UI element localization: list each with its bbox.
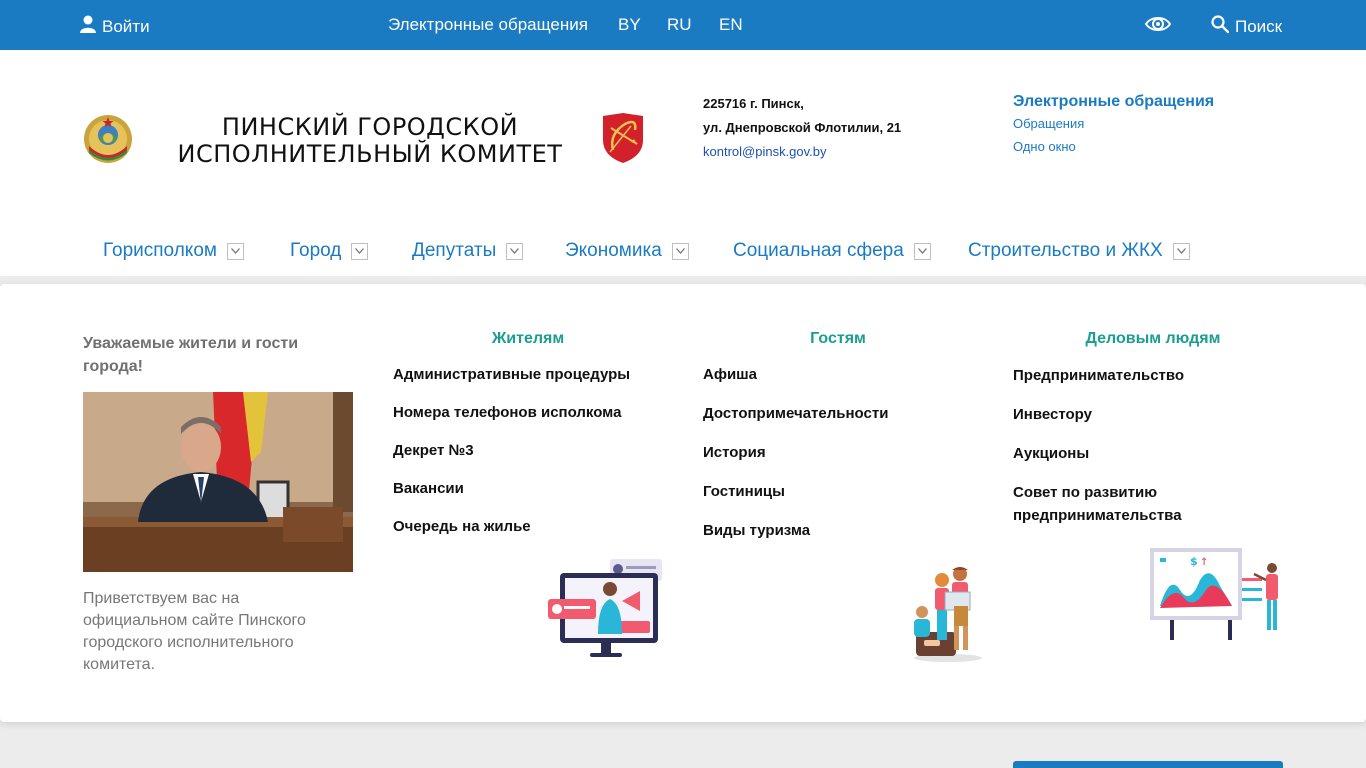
city-coat-of-arms-icon[interactable] (601, 112, 645, 164)
chairman-photo (83, 392, 353, 572)
email-link[interactable]: kontrol@pinsk.gov.by (703, 140, 901, 164)
nav-item-label: Горисполком (103, 240, 217, 261)
link-admin-procedures[interactable]: Административные процедуры (393, 364, 663, 386)
nav-item-deputaty[interactable]: Депутаты (412, 240, 524, 262)
link-business-council[interactable]: Совет по развитию предпринимательства (1013, 481, 1293, 527)
tourists-illustration-icon (910, 562, 985, 662)
eye-icon[interactable] (1144, 13, 1172, 40)
main-nav: Горисполком Город Депутаты Экономика Соц… (0, 238, 1366, 266)
state-emblem-icon[interactable] (83, 114, 133, 164)
link-entrepreneurship[interactable]: Предпринимательство (1013, 364, 1293, 387)
greeting-title: Уважаемые жители и гости города! (83, 335, 299, 375)
search-icon (1211, 15, 1230, 38)
greeting-text: Приветствуем вас на официальном сайте Пи… (83, 590, 306, 673)
column-residents: Жителям Административные процедуры Номер… (393, 330, 663, 554)
top-bar: Войти Электронные обращения BY RU EN Пои… (0, 0, 1366, 50)
column-title: Жителям (491, 330, 565, 347)
chevron-down-icon[interactable] (913, 242, 931, 260)
e-appeals-link[interactable]: Электронные обращения (388, 15, 588, 35)
user-icon (80, 15, 96, 38)
search-button[interactable]: Поиск (1211, 15, 1282, 38)
lang-ru-link[interactable]: RU (667, 15, 692, 35)
login-button[interactable]: Войти (80, 15, 150, 38)
link-decree-3[interactable]: Декрет №3 (393, 440, 663, 462)
nav-item-socialnaya-sfera[interactable]: Социальная сфера (733, 240, 931, 262)
business-chart-illustration-icon: $ ↑ (1148, 546, 1283, 646)
login-label: Войти (102, 16, 150, 36)
site-header: ПИНСКИЙ ГОРОДСКОЙ ИСПОЛНИТЕЛЬНЫЙ КОМИТЕТ… (0, 50, 1366, 276)
svg-text:↑: ↑ (1200, 557, 1208, 568)
link-housing-queue[interactable]: Очередь на жилье (393, 516, 663, 538)
site-title-line1: ПИНСКИЙ ГОРОДСКОЙ (221, 113, 519, 141)
chevron-down-icon[interactable] (226, 242, 244, 260)
chevron-down-icon[interactable] (506, 242, 524, 260)
lang-en-link[interactable]: EN (719, 15, 743, 35)
link-auctions[interactable]: Аукционы (1013, 442, 1293, 465)
nav-item-label: Депутаты (412, 240, 497, 261)
site-title[interactable]: ПИНСКИЙ ГОРОДСКОЙ ИСПОЛНИТЕЛЬНЫЙ КОМИТЕТ (175, 114, 565, 168)
chevron-down-icon[interactable] (1172, 242, 1190, 260)
link-investor[interactable]: Инвестору (1013, 403, 1293, 426)
e-appeals-block: Электронные обращения Обращения Одно окн… (1013, 92, 1214, 158)
column-title: Гостям (810, 330, 866, 347)
link-afisha[interactable]: Афиша (703, 364, 973, 386)
address-block: 225716 г. Пинск, ул. Днепровской Флотили… (703, 92, 901, 164)
search-label: Поиск (1235, 16, 1283, 36)
e-appeals-title-link[interactable]: Электронные обращения (1013, 92, 1214, 112)
link-vacancies[interactable]: Вакансии (393, 478, 663, 500)
chevron-down-icon[interactable] (671, 242, 689, 260)
chevron-down-icon[interactable] (351, 242, 369, 260)
marketing-illustration-icon (548, 559, 663, 659)
link-history[interactable]: История (703, 442, 973, 464)
lang-by-link[interactable]: BY (618, 15, 641, 35)
nav-item-label: Экономика (565, 240, 662, 261)
link-phone-numbers[interactable]: Номера телефонов исполкома (393, 402, 663, 424)
nav-item-ekonomika[interactable]: Экономика (565, 240, 689, 262)
link-sights[interactable]: Достопримечательности (703, 403, 973, 425)
nav-item-gorod[interactable]: Город (290, 240, 369, 262)
link-tourism-types[interactable]: Виды туризма (703, 520, 973, 542)
one-window-link[interactable]: Одно окно (1013, 135, 1214, 158)
link-hotels[interactable]: Гостиницы (703, 481, 973, 503)
nav-item-gorispolkom[interactable]: Горисполком (103, 240, 244, 262)
column-guests: Гостям Афиша Достопримечательности Истор… (703, 330, 973, 559)
nav-item-label: Социальная сфера (733, 240, 904, 261)
column-title: Деловым людям (1085, 330, 1221, 347)
bottom-action-button[interactable] (1013, 761, 1283, 768)
column-business: Деловым людям Предпринимательство Инвест… (1013, 330, 1293, 543)
nav-item-stroitelstvo[interactable]: Строительство и ЖКХ (968, 240, 1190, 262)
appeals-link[interactable]: Обращения (1013, 112, 1214, 135)
address-line2: ул. Днепровской Флотилии, 21 (703, 120, 902, 135)
nav-item-label: Строительство и ЖКХ (968, 240, 1163, 261)
address-line1: 225716 г. Пинск, (703, 96, 804, 111)
main-card: Уважаемые жители и гости города! Приветс… (0, 284, 1366, 722)
nav-item-label: Город (290, 240, 342, 261)
svg-text:$: $ (1190, 555, 1198, 568)
site-title-line2: ИСПОЛНИТЕЛЬНЫЙ КОМИТЕТ (177, 140, 563, 168)
